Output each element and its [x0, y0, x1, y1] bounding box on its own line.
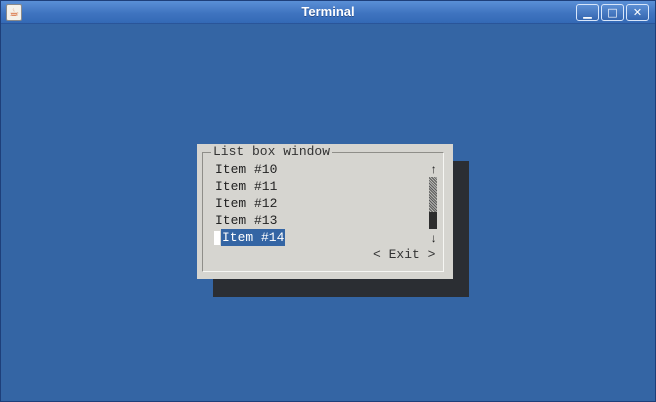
- scrollbar-thumb[interactable]: [429, 212, 437, 229]
- list-box[interactable]: Item #10 Item #11 Item #12 Item #13 Item…: [214, 161, 286, 246]
- scroll-up-icon[interactable]: ↑: [429, 163, 438, 177]
- list-box-dialog: List box window Item #10 Item #11 Item #…: [197, 144, 453, 279]
- list-item-selected[interactable]: Item #14: [214, 229, 286, 246]
- terminal-window: ☕ Terminal ▁ □ ✕ List box window Item #1…: [0, 0, 656, 402]
- window-controls: ▁ □ ✕: [576, 4, 649, 21]
- text-cursor: [214, 230, 220, 245]
- list-item[interactable]: Item #11: [214, 178, 285, 195]
- exit-button[interactable]: < Exit >: [373, 247, 435, 263]
- selected-item-label: Item #14: [221, 229, 286, 246]
- list-item[interactable]: Item #10: [214, 161, 285, 178]
- maximize-button[interactable]: □: [601, 4, 624, 21]
- window-title: Terminal: [301, 4, 355, 19]
- list-item[interactable]: Item #13: [214, 212, 285, 229]
- minimize-button[interactable]: ▁: [576, 4, 599, 21]
- dialog-title: List box window: [211, 144, 333, 159]
- list-item[interactable]: Item #12: [214, 195, 285, 212]
- close-button[interactable]: ✕: [626, 4, 649, 21]
- terminal-content: List box window Item #10 Item #11 Item #…: [5, 24, 651, 397]
- title-bar[interactable]: ☕ Terminal ▁ □ ✕: [1, 1, 655, 24]
- scroll-down-icon[interactable]: ↓: [429, 232, 438, 246]
